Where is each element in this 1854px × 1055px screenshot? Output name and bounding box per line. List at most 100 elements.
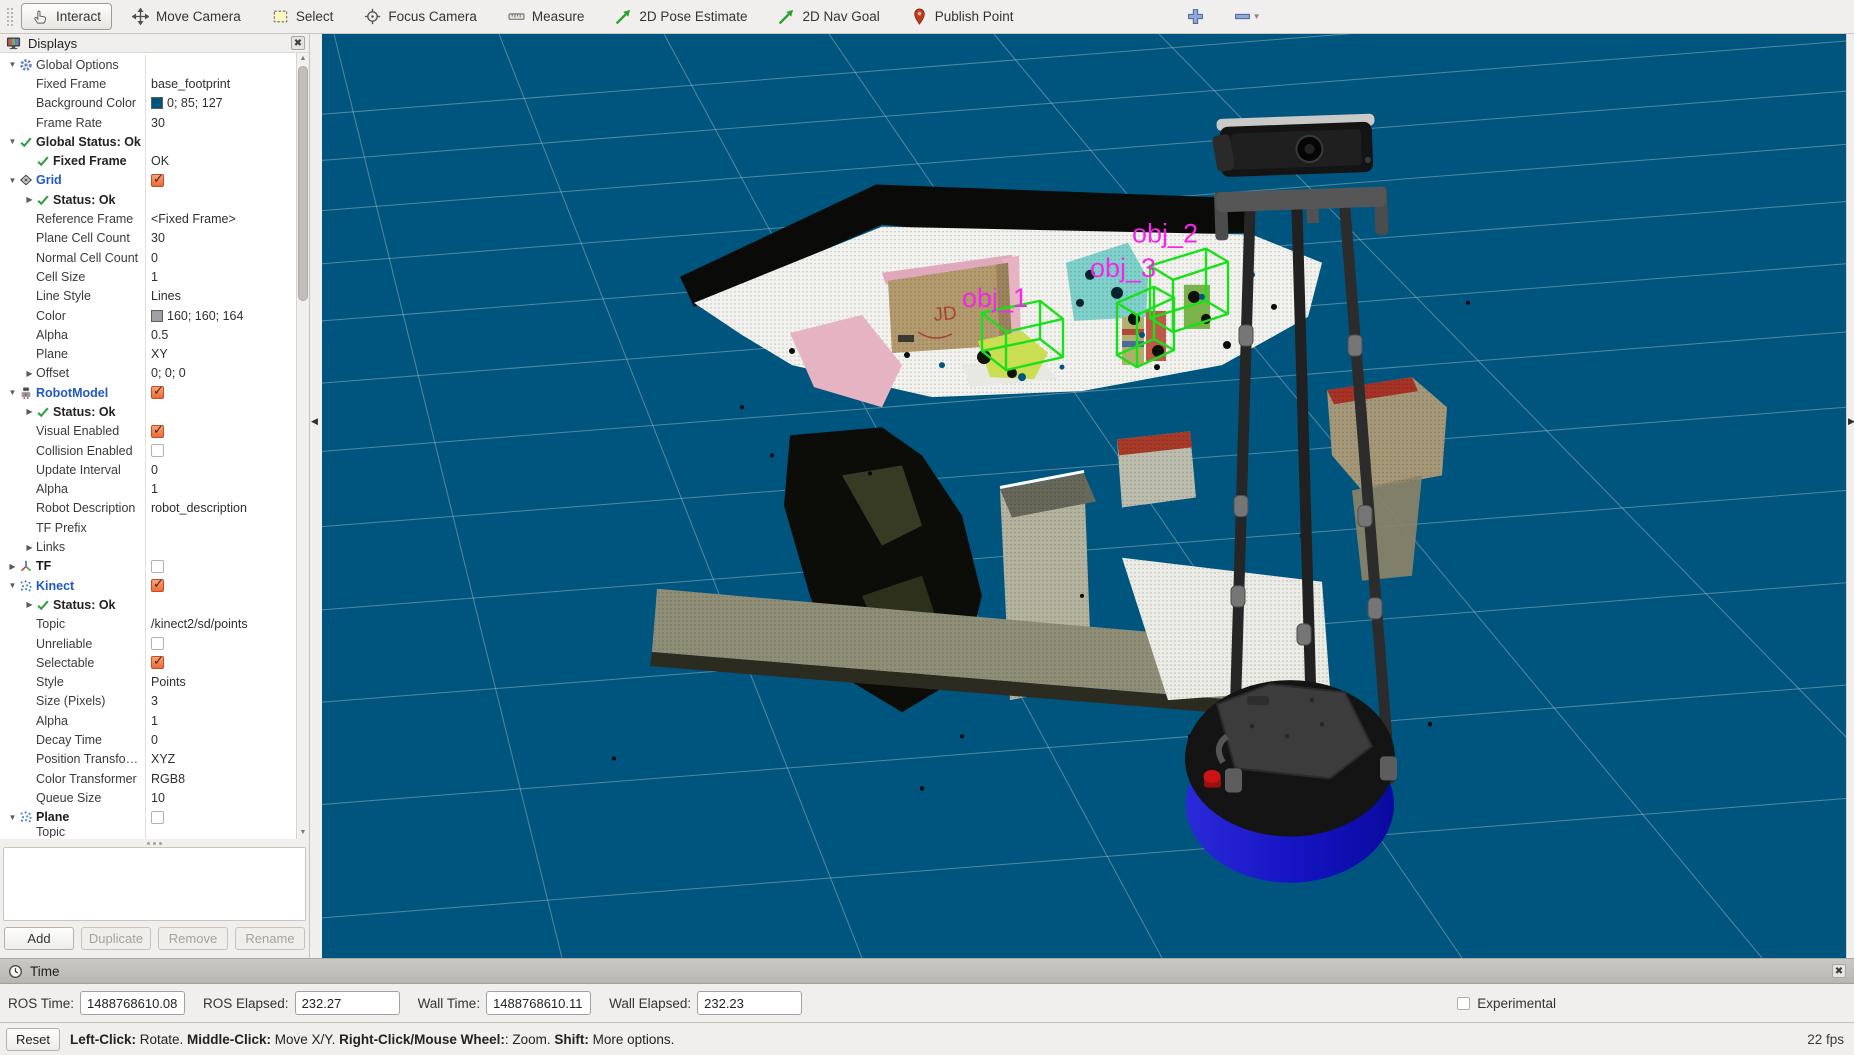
tree-row-value-cell[interactable]: 1 (145, 711, 296, 730)
tree-row-value-cell[interactable]: RGB8 (145, 769, 296, 788)
tree-row-value-cell[interactable]: 1 (145, 480, 296, 499)
tree-row[interactable]: ▶Status: Ok (0, 595, 296, 614)
tree-row-value-cell[interactable]: XYZ (145, 750, 296, 769)
tree-row[interactable]: Queue Size10 (0, 788, 296, 807)
tree-row[interactable]: Position Transfo…XYZ (0, 750, 296, 769)
tree-row-value-cell[interactable]: 0; 85; 127 (145, 94, 296, 113)
panel-splitter-handle[interactable] (0, 839, 309, 847)
tree-row-value-cell[interactable]: 0; 0; 0 (145, 364, 296, 383)
tree-row[interactable]: Topic/kinect2/sd/points (0, 615, 296, 634)
tree-row[interactable]: Background Color0; 85; 127 (0, 94, 296, 113)
right-panel-splitter[interactable]: ▶ (1846, 34, 1854, 958)
expander-icon[interactable]: ▶ (23, 195, 36, 204)
collapse-left-icon[interactable]: ◀ (311, 416, 318, 427)
tree-row[interactable]: Plane Cell Count30 (0, 229, 296, 248)
tree-row[interactable]: ▼RobotModel (0, 383, 296, 402)
tree-row[interactable]: ▶TF (0, 557, 296, 576)
tree-row[interactable]: Collision Enabled (0, 441, 296, 460)
expander-icon[interactable]: ▶ (23, 543, 36, 552)
tree-row[interactable]: ▶Links (0, 537, 296, 556)
tree-row[interactable]: ▼Global Status: Ok (0, 132, 296, 151)
checkbox-checked[interactable] (151, 174, 164, 187)
wall-time-input[interactable] (486, 991, 591, 1015)
tree-row[interactable]: Decay Time0 (0, 730, 296, 749)
tree-row-value-cell[interactable] (145, 422, 296, 441)
tool-button-2d-nav-goal[interactable]: 2D Nav Goal (767, 3, 890, 30)
tree-row-value-cell[interactable]: 3 (145, 692, 296, 711)
tree-row-value-cell[interactable] (145, 634, 296, 653)
tree-row-value-cell[interactable]: XY (145, 344, 296, 363)
tree-row[interactable]: Reference Frame<Fixed Frame> (0, 209, 296, 228)
tree-row-value-cell[interactable] (145, 557, 296, 576)
3d-viewport[interactable]: JD (322, 34, 1846, 958)
tree-row-value-cell[interactable]: /kinect2/sd/points (145, 615, 296, 634)
tool-button-move-camera[interactable]: Move Camera (121, 3, 252, 30)
tree-row-value-cell[interactable]: 160; 160; 164 (145, 306, 296, 325)
tree-row[interactable]: Update Interval0 (0, 460, 296, 479)
tree-row-value-cell[interactable]: 0 (145, 730, 296, 749)
tree-row-value-cell[interactable]: 10 (145, 788, 296, 807)
tree-row[interactable]: Alpha1 (0, 711, 296, 730)
tree-row[interactable]: Color TransformerRGB8 (0, 769, 296, 788)
expander-icon[interactable]: ▶ (6, 562, 19, 571)
close-icon[interactable]: ✖ (291, 36, 305, 50)
expander-icon[interactable]: ▼ (6, 137, 19, 146)
tool-button-focus-camera[interactable]: Focus Camera (353, 3, 488, 30)
tree-row-value-cell[interactable]: 30 (145, 229, 296, 248)
tree-row-value-cell[interactable] (145, 808, 296, 827)
tree-row-value-cell[interactable] (145, 576, 296, 595)
tree-row-value-cell[interactable]: 0.5 (145, 325, 296, 344)
tree-row[interactable]: Alpha1 (0, 480, 296, 499)
tree-row[interactable]: Visual Enabled (0, 422, 296, 441)
tree-row[interactable]: ▼Global Options (0, 55, 296, 74)
tree-row-value-cell[interactable]: 0 (145, 248, 296, 267)
add-tool-button[interactable] (1184, 5, 1207, 28)
tree-row-value-cell[interactable]: Points (145, 673, 296, 692)
checkbox-checked[interactable] (151, 386, 164, 399)
scrollbar-thumb[interactable] (298, 66, 308, 301)
scroll-up-icon[interactable]: ▲ (297, 53, 309, 65)
tree-row[interactable]: ▼Kinect (0, 576, 296, 595)
add-button[interactable]: Add (4, 927, 74, 950)
tree-row[interactable]: Line StyleLines (0, 287, 296, 306)
expander-icon[interactable]: ▼ (6, 813, 19, 822)
experimental-checkbox[interactable] (1457, 997, 1470, 1010)
checkbox-checked[interactable] (151, 425, 164, 438)
tree-row-value-cell[interactable] (145, 190, 296, 209)
left-panel-splitter[interactable]: ◀ (310, 34, 322, 958)
tree-row[interactable]: Fixed FrameOK (0, 151, 296, 170)
tree-row[interactable]: ▼Grid (0, 171, 296, 190)
expander-icon[interactable]: ▼ (6, 581, 19, 590)
tree-row[interactable]: Normal Cell Count0 (0, 248, 296, 267)
tree-row[interactable]: Frame Rate30 (0, 113, 296, 132)
expander-icon[interactable]: ▶ (23, 600, 36, 609)
reset-button[interactable]: Reset (6, 1028, 60, 1051)
tree-row-value-cell[interactable] (145, 132, 296, 151)
tree-row[interactable]: Size (Pixels)3 (0, 692, 296, 711)
tree-row-value-cell[interactable] (145, 441, 296, 460)
tree-row[interactable]: StylePoints (0, 673, 296, 692)
tree-row-value-cell[interactable] (145, 171, 296, 190)
collapse-right-icon[interactable]: ▶ (1848, 416, 1854, 427)
tool-button-2d-pose-estimate[interactable]: 2D Pose Estimate (604, 3, 758, 30)
tree-row-value-cell[interactable] (145, 55, 296, 74)
tool-button-select[interactable]: Select (261, 3, 345, 30)
wall-elapsed-input[interactable] (697, 991, 802, 1015)
expander-icon[interactable]: ▼ (6, 176, 19, 185)
tree-row-value-cell[interactable]: 30 (145, 113, 296, 132)
expander-icon[interactable]: ▼ (6, 60, 19, 69)
tree-row-value-cell[interactable]: 0 (145, 460, 296, 479)
tree-row[interactable]: Cell Size1 (0, 267, 296, 286)
displays-tree[interactable]: ▼Global OptionsFixed Framebase_footprint… (0, 53, 309, 839)
tree-row-value-cell[interactable] (145, 653, 296, 672)
tool-button-measure[interactable]: Measure (497, 3, 596, 30)
remove-tool-button[interactable]: ▼ (1231, 5, 1264, 28)
checkbox-checked[interactable] (151, 579, 164, 592)
expander-icon[interactable]: ▶ (23, 369, 36, 378)
expander-icon[interactable]: ▶ (23, 407, 36, 416)
tree-row-value-cell[interactable] (145, 537, 296, 556)
checkbox-unchecked[interactable] (151, 444, 164, 457)
tree-scrollbar[interactable]: ▲ ▼ (296, 53, 309, 839)
tree-row[interactable]: ▶Status: Ok (0, 190, 296, 209)
tree-row[interactable]: Topic (0, 827, 296, 838)
